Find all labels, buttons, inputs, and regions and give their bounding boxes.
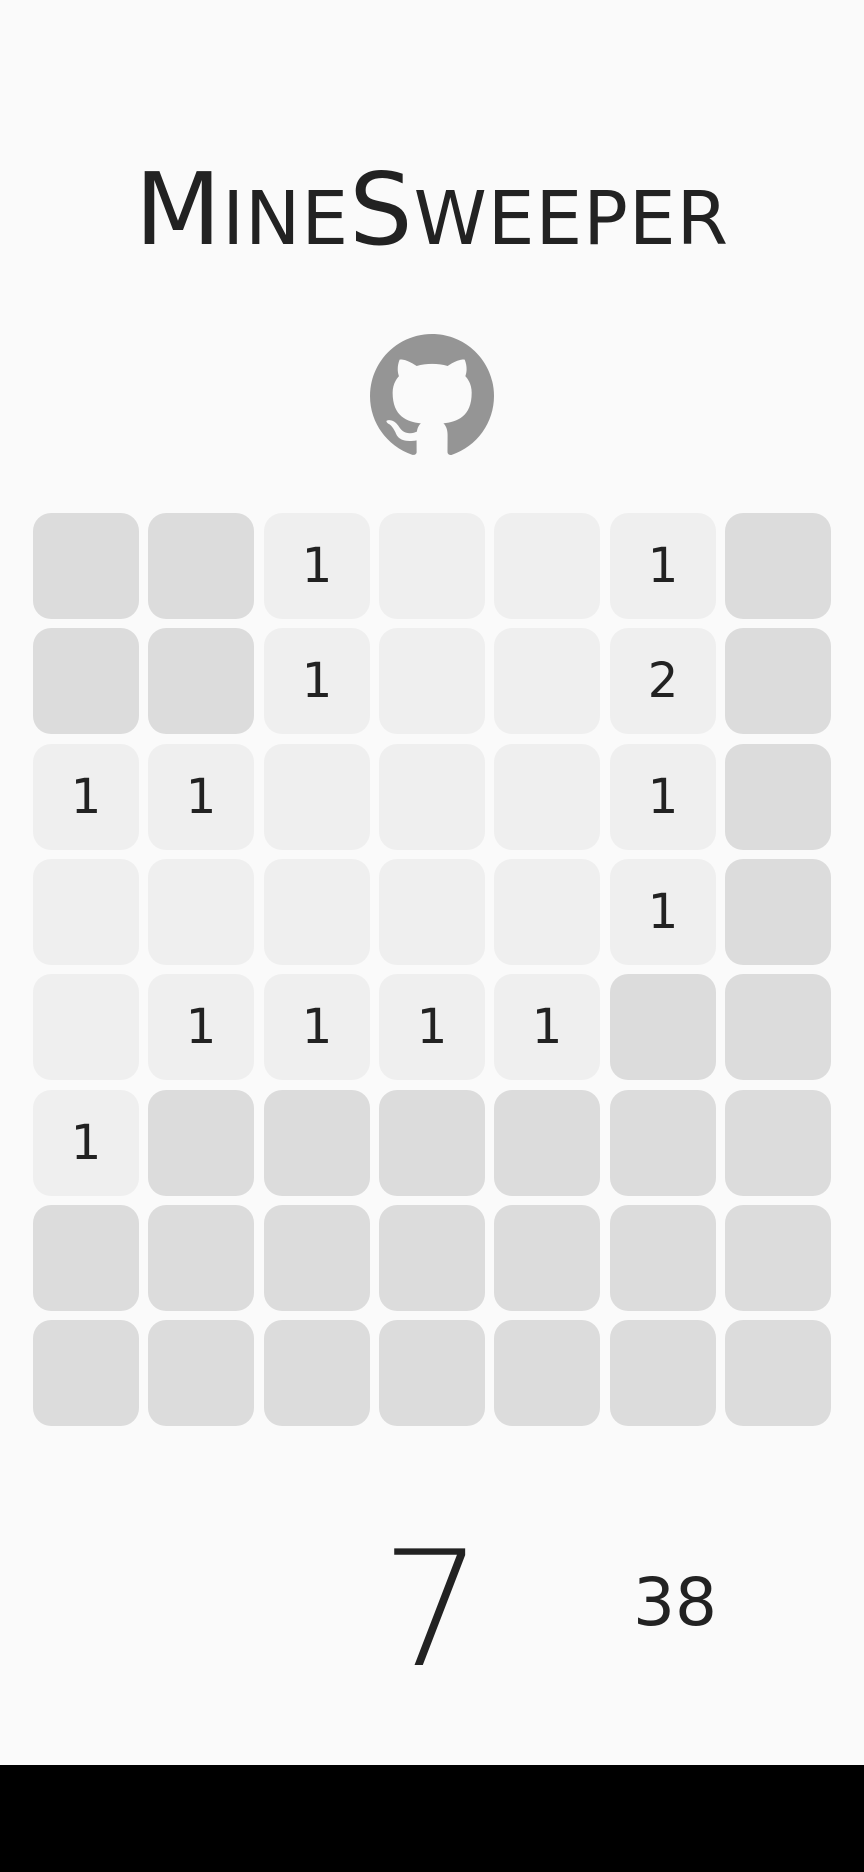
revealed-cell[interactable] bbox=[148, 859, 254, 965]
hidden-cell[interactable] bbox=[725, 513, 831, 619]
revealed-cell[interactable] bbox=[494, 859, 600, 965]
revealed-cell[interactable]: 1 bbox=[148, 744, 254, 850]
revealed-cell[interactable]: 1 bbox=[33, 1090, 139, 1196]
title-letter-m: M bbox=[134, 151, 223, 268]
timer: 7 bbox=[381, 1516, 483, 1703]
title-letter-s: S bbox=[349, 151, 414, 268]
hidden-cell[interactable] bbox=[725, 974, 831, 1080]
hidden-cell[interactable] bbox=[379, 1205, 485, 1311]
hidden-cell[interactable] bbox=[264, 1320, 370, 1426]
hidden-cell[interactable] bbox=[33, 1320, 139, 1426]
hidden-cell[interactable] bbox=[148, 1090, 254, 1196]
github-icon-graphic bbox=[370, 334, 494, 455]
revealed-cell[interactable]: 2 bbox=[610, 628, 716, 734]
revealed-cell[interactable]: 1 bbox=[610, 859, 716, 965]
hidden-cell[interactable] bbox=[725, 1090, 831, 1196]
hidden-cell[interactable] bbox=[148, 513, 254, 619]
system-navigation-bar bbox=[0, 1765, 864, 1872]
hidden-cell[interactable] bbox=[494, 1320, 600, 1426]
hidden-cell[interactable] bbox=[610, 1090, 716, 1196]
revealed-cell[interactable] bbox=[264, 744, 370, 850]
revealed-cell[interactable] bbox=[379, 628, 485, 734]
hidden-cell[interactable] bbox=[610, 1320, 716, 1426]
revealed-cell[interactable] bbox=[264, 859, 370, 965]
github-icon[interactable] bbox=[370, 334, 494, 458]
revealed-cell[interactable]: 1 bbox=[33, 744, 139, 850]
revealed-cell[interactable] bbox=[379, 859, 485, 965]
revealed-cell[interactable]: 1 bbox=[610, 513, 716, 619]
hidden-cell[interactable] bbox=[379, 1090, 485, 1196]
hidden-cell[interactable] bbox=[33, 513, 139, 619]
revealed-cell[interactable] bbox=[379, 744, 485, 850]
hidden-cell[interactable] bbox=[610, 1205, 716, 1311]
title-part-ine: INE bbox=[222, 176, 350, 262]
hidden-cell[interactable] bbox=[264, 1090, 370, 1196]
revealed-cell[interactable]: 1 bbox=[379, 974, 485, 1080]
revealed-cell[interactable]: 1 bbox=[610, 744, 716, 850]
revealed-cell[interactable] bbox=[33, 974, 139, 1080]
hidden-cell[interactable] bbox=[494, 1090, 600, 1196]
mines-counter: 38 bbox=[633, 1564, 717, 1641]
revealed-cell[interactable]: 1 bbox=[264, 974, 370, 1080]
revealed-cell[interactable]: 1 bbox=[494, 974, 600, 1080]
hidden-cell[interactable] bbox=[33, 1205, 139, 1311]
revealed-cell[interactable] bbox=[494, 744, 600, 850]
game-title: MINESWEEPER bbox=[0, 160, 864, 260]
revealed-cell[interactable] bbox=[379, 513, 485, 619]
hidden-cell[interactable] bbox=[725, 744, 831, 850]
hidden-cell[interactable] bbox=[610, 974, 716, 1080]
game-board: 1112111111111 bbox=[33, 513, 831, 1426]
hidden-cell[interactable] bbox=[264, 1205, 370, 1311]
hidden-cell[interactable] bbox=[148, 628, 254, 734]
hidden-cell[interactable] bbox=[148, 1205, 254, 1311]
hidden-cell[interactable] bbox=[725, 1205, 831, 1311]
revealed-cell[interactable] bbox=[494, 628, 600, 734]
revealed-cell[interactable] bbox=[494, 513, 600, 619]
hidden-cell[interactable] bbox=[725, 628, 831, 734]
hidden-cell[interactable] bbox=[494, 1205, 600, 1311]
hidden-cell[interactable] bbox=[148, 1320, 254, 1426]
hidden-cell[interactable] bbox=[725, 859, 831, 965]
title-part-weeper: WEEPER bbox=[413, 176, 730, 262]
hidden-cell[interactable] bbox=[379, 1320, 485, 1426]
hidden-cell[interactable] bbox=[33, 628, 139, 734]
revealed-cell[interactable]: 1 bbox=[264, 628, 370, 734]
hidden-cell[interactable] bbox=[725, 1320, 831, 1426]
revealed-cell[interactable]: 1 bbox=[148, 974, 254, 1080]
revealed-cell[interactable]: 1 bbox=[264, 513, 370, 619]
revealed-cell[interactable] bbox=[33, 859, 139, 965]
